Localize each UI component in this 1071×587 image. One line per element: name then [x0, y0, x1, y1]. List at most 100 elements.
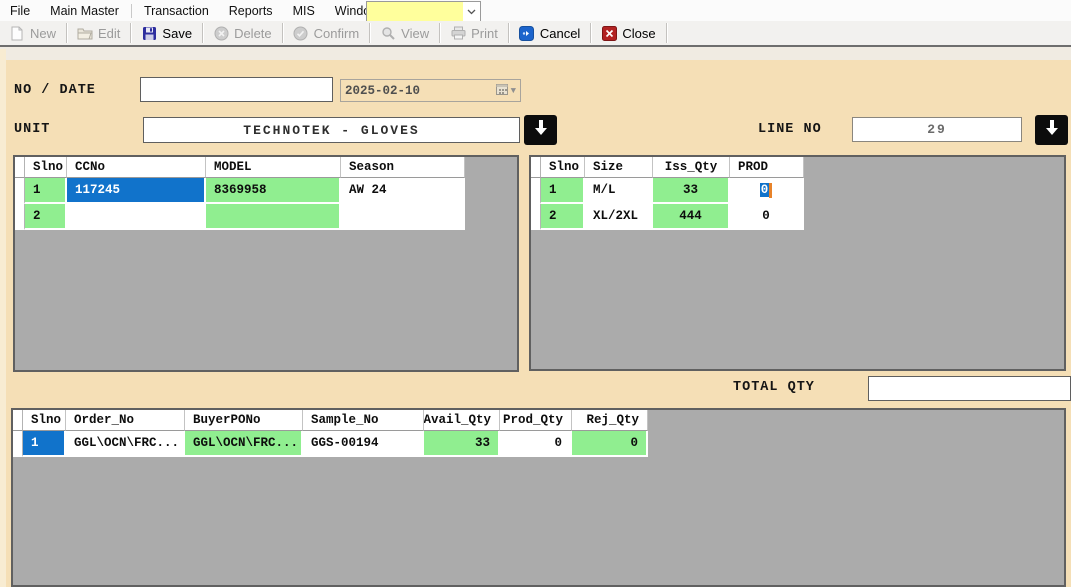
- cell-prod[interactable]: 0: [730, 204, 804, 230]
- cell-model[interactable]: [206, 204, 341, 230]
- unit-lookup-button[interactable]: [524, 115, 557, 145]
- row-indicator[interactable]: [531, 178, 541, 204]
- row-indicator[interactable]: [15, 204, 25, 230]
- cell-size[interactable]: XL/2XL: [585, 204, 653, 230]
- new-button[interactable]: New: [2, 22, 63, 44]
- form-panel: NO / DATE 2025-02-10 ▼ UNIT TECHNOTEK - …: [0, 49, 1071, 587]
- total-qty-label: TOTAL QTY: [733, 380, 815, 395]
- cell-size[interactable]: M/L: [585, 178, 653, 204]
- toolbar-separator: [282, 23, 283, 43]
- cell-prod-qty[interactable]: 0: [500, 431, 572, 457]
- col-header-prod[interactable]: PROD: [730, 157, 804, 178]
- line-no-label: LINE NO: [758, 122, 822, 137]
- new-page-icon: [9, 25, 25, 41]
- cc-grid: Slno CCNo MODEL Season 1 117245 8369958 …: [15, 157, 465, 230]
- cell-ccno-selected[interactable]: 117245: [67, 178, 206, 204]
- cell-slno[interactable]: 1: [25, 178, 67, 204]
- cell-slno[interactable]: 1: [541, 178, 585, 204]
- size-grid-panel: Slno Size Iss_Qty PROD 1 M/L 33 0: [529, 155, 1066, 371]
- col-header-ccno[interactable]: CCNo: [67, 157, 206, 178]
- line-no-lookup-button[interactable]: [1035, 115, 1068, 145]
- form-left-margin: [0, 49, 6, 587]
- toolbar-separator: [590, 23, 591, 43]
- print-button[interactable]: Print: [443, 22, 505, 44]
- col-header-order-no[interactable]: Order_No: [66, 410, 185, 431]
- row-indicator[interactable]: [15, 178, 25, 204]
- cell-iss-qty[interactable]: 33: [653, 178, 730, 204]
- cell-season[interactable]: [341, 204, 465, 230]
- print-printer-icon: [450, 25, 466, 41]
- view-button-label: View: [401, 26, 429, 41]
- cc-grid-row: 2: [15, 204, 465, 230]
- menu-divider: [131, 4, 132, 18]
- cc-grid-header-row: Slno CCNo MODEL Season: [15, 157, 465, 178]
- menu-transaction[interactable]: Transaction: [134, 2, 219, 20]
- cell-avail-qty[interactable]: 33: [424, 431, 500, 457]
- col-header-prod-qty[interactable]: Prod_Qty: [500, 410, 572, 431]
- edit-selection[interactable]: 0: [760, 183, 770, 197]
- unit-label: UNIT: [14, 122, 50, 137]
- save-button-label: Save: [162, 26, 192, 41]
- unit-field[interactable]: TECHNOTEK - GLOVES: [143, 117, 520, 143]
- view-button[interactable]: View: [373, 22, 436, 44]
- calendar-icon: [496, 83, 508, 99]
- col-header-avail-qty[interactable]: Avail_Qty: [424, 410, 500, 431]
- cell-season[interactable]: AW 24: [341, 178, 465, 204]
- row-indicator-header: [13, 410, 23, 431]
- col-header-sample-no[interactable]: Sample_No: [303, 410, 424, 431]
- cell-iss-qty[interactable]: 444: [653, 204, 730, 230]
- menu-file[interactable]: File: [0, 2, 40, 20]
- chevron-down-icon[interactable]: [463, 2, 480, 21]
- edit-folder-icon: [77, 25, 93, 41]
- row-indicator[interactable]: [13, 431, 23, 457]
- cancel-icon: [519, 25, 535, 41]
- menu-reports[interactable]: Reports: [219, 2, 283, 20]
- col-header-size[interactable]: Size: [585, 157, 653, 178]
- col-header-slno[interactable]: Slno: [25, 157, 67, 178]
- close-icon: [601, 25, 617, 41]
- cell-rej-qty[interactable]: 0: [572, 431, 648, 457]
- date-dropdown-arrow-icon[interactable]: ▼: [511, 86, 516, 96]
- col-header-model[interactable]: MODEL: [206, 157, 341, 178]
- edit-button[interactable]: Edit: [70, 22, 127, 44]
- row-indicator-header: [15, 157, 25, 178]
- col-header-buyer-po-no[interactable]: BuyerPONo: [185, 410, 303, 431]
- cell-model[interactable]: 8369958: [206, 178, 341, 204]
- delete-button[interactable]: Delete: [206, 22, 279, 44]
- cancel-button[interactable]: Cancel: [512, 22, 587, 44]
- toolbar-separator: [369, 23, 370, 43]
- cell-sample-no[interactable]: GGS-00194: [303, 431, 424, 457]
- quick-search-combobox[interactable]: [366, 1, 481, 22]
- save-button[interactable]: Save: [134, 22, 199, 44]
- col-header-slno[interactable]: Slno: [23, 410, 66, 431]
- cell-slno[interactable]: 2: [541, 204, 585, 230]
- col-header-season[interactable]: Season: [341, 157, 465, 178]
- close-button[interactable]: Close: [594, 22, 662, 44]
- order-grid-header-row: Slno Order_No BuyerPONo Sample_No Avail_…: [13, 410, 648, 431]
- line-no-field[interactable]: 29: [852, 117, 1022, 142]
- total-qty-input[interactable]: [868, 376, 1071, 401]
- application-window: File Main Master Transaction Reports MIS…: [0, 0, 1071, 587]
- size-grid: Slno Size Iss_Qty PROD 1 M/L 33 0: [531, 157, 804, 230]
- menu-mis[interactable]: MIS: [283, 2, 325, 20]
- cell-order-no[interactable]: GGL\OCN\FRC...: [66, 431, 185, 457]
- size-grid-header-row: Slno Size Iss_Qty PROD: [531, 157, 804, 178]
- combobox-value[interactable]: [367, 2, 463, 21]
- col-header-iss-qty[interactable]: Iss_Qty: [653, 157, 730, 178]
- col-header-rej-qty[interactable]: Rej_Qty: [572, 410, 648, 431]
- row-indicator[interactable]: [531, 204, 541, 230]
- doc-no-input[interactable]: [140, 77, 333, 102]
- cell-slno-selected[interactable]: 1: [23, 431, 66, 457]
- confirm-circle-icon: [293, 25, 309, 41]
- cell-prod-editing[interactable]: 0: [730, 178, 804, 204]
- cell-ccno[interactable]: [67, 204, 206, 230]
- toolbar-separator: [66, 23, 67, 43]
- confirm-button[interactable]: Confirm: [286, 22, 367, 44]
- col-header-slno[interactable]: Slno: [541, 157, 585, 178]
- print-button-label: Print: [471, 26, 498, 41]
- black-down-arrow-icon: [1043, 119, 1061, 141]
- cell-buyer-po-no[interactable]: GGL\OCN\FRC...: [185, 431, 303, 457]
- menu-main-master[interactable]: Main Master: [40, 2, 129, 20]
- cell-slno[interactable]: 2: [25, 204, 67, 230]
- date-picker[interactable]: 2025-02-10 ▼: [340, 79, 521, 102]
